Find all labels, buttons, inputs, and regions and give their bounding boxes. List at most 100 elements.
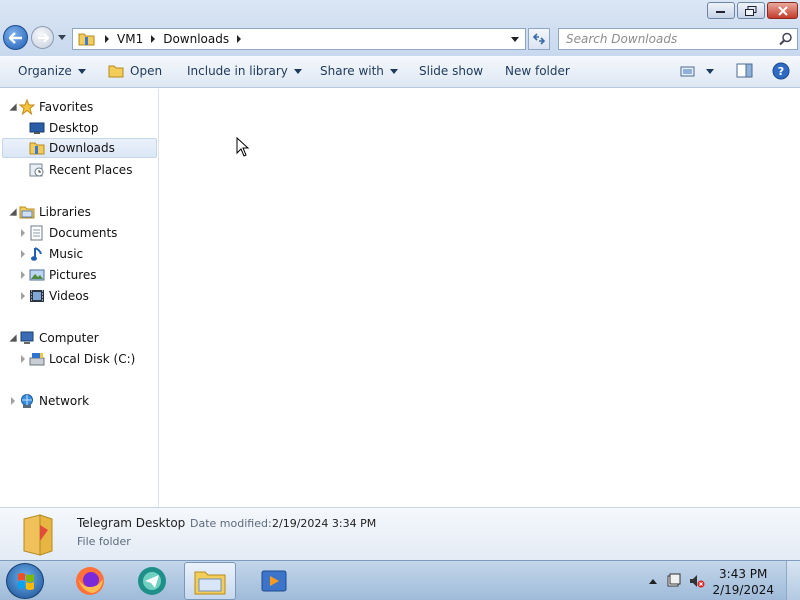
open-button[interactable]: Open [108,64,162,78]
window-frame: VM1 Downloads [0,0,800,56]
nav-label: Favorites [39,100,94,114]
chevron-down-icon [389,68,398,74]
clock-time: 3:43 PM [719,567,768,581]
mouse-cursor-icon [236,137,250,157]
back-button[interactable] [3,25,28,50]
organize-menu[interactable]: Organize [18,64,86,78]
breadcrumb-downloads[interactable]: Downloads [163,32,229,46]
nav-label: Videos [49,289,89,303]
open-folder-icon [108,65,124,78]
nav-label: Documents [49,226,118,240]
breadcrumb-separator-icon[interactable] [105,35,109,43]
folder-icon [78,33,95,46]
expand-arrow-icon[interactable] [18,271,28,279]
firefox-taskbar-button[interactable] [64,562,116,600]
breadcrumb-separator-icon[interactable] [151,35,156,43]
close-button[interactable] [767,2,798,19]
show-hidden-icons-icon[interactable] [648,577,658,585]
include-in-library-menu[interactable]: Include in library [187,64,302,78]
slide-show-button[interactable]: Slide show [419,64,483,78]
action-center-icon[interactable] [666,573,682,589]
nav-label: Computer [39,331,99,345]
nav-label: Music [49,247,84,261]
navigation-bar: VM1 Downloads [0,24,800,52]
change-view-icon[interactable] [680,64,696,78]
forward-arrow-icon [37,32,49,43]
explorer-taskbar-button[interactable] [184,562,236,600]
media-player-taskbar-button[interactable] [248,562,300,600]
svg-text:?: ? [778,65,784,78]
pictures-icon [28,267,46,283]
item-type: File folder [77,535,131,548]
restore-icon [745,5,757,16]
organize-label: Organize [18,64,72,78]
collapse-arrow-icon[interactable] [8,103,18,111]
nav-libraries[interactable]: Libraries [8,202,91,222]
nav-label: Downloads [49,141,115,155]
search-box[interactable] [558,28,798,50]
nav-desktop[interactable]: Desktop [28,118,99,138]
search-input[interactable] [566,32,766,46]
nav-computer[interactable]: Computer [8,328,99,348]
address-bar[interactable]: VM1 Downloads [72,28,526,50]
media-player-icon [261,570,287,592]
nav-local-disk[interactable]: Local Disk (C:) [18,349,135,369]
desktop-icon [28,120,46,136]
new-folder-button[interactable]: New folder [505,64,570,78]
speaker-muted-icon[interactable] [688,573,706,589]
restore-button[interactable] [737,2,765,19]
nav-network[interactable]: Network [8,391,89,411]
close-icon [777,5,788,16]
navigation-pane: Favorites Desktop Downloads Recent Place… [0,89,159,507]
minimize-button[interactable] [707,2,735,19]
nav-downloads[interactable]: Downloads [2,138,157,158]
file-list-area[interactable] [160,89,800,507]
nav-recent-places[interactable]: Recent Places [28,160,132,180]
telegram-icon [138,567,166,595]
nav-documents[interactable]: Documents [18,223,117,243]
expand-arrow-icon[interactable] [8,397,18,405]
forward-button[interactable] [31,26,54,49]
selected-item-name: Telegram Desktop [77,516,186,530]
view-dropdown-icon[interactable] [706,68,714,74]
nav-label: Recent Places [49,163,133,177]
nav-label: Pictures [49,268,97,282]
search-icon[interactable] [779,32,793,46]
address-dropdown-icon[interactable] [511,37,519,42]
nav-pictures[interactable]: Pictures [18,265,97,285]
back-arrow-icon [8,31,22,44]
view-controls: ? [680,62,790,80]
telegram-taskbar-button[interactable] [126,562,178,600]
music-icon [28,246,46,262]
nav-videos[interactable]: Videos [18,286,89,306]
breadcrumb-separator-icon[interactable] [237,35,242,43]
clock-date: 2/19/2024 [712,583,774,597]
nav-music[interactable]: Music [18,244,83,264]
recent-pages-dropdown-icon[interactable] [57,34,67,42]
share-with-label: Share with [320,64,384,78]
share-with-menu[interactable]: Share with [320,64,398,78]
downloads-folder-icon [28,140,46,156]
breadcrumb-vm1[interactable]: VM1 [117,32,143,46]
nav-favorites[interactable]: Favorites [8,97,93,117]
expand-arrow-icon[interactable] [18,292,28,300]
start-button[interactable] [6,563,44,599]
collapse-arrow-icon[interactable] [8,334,18,342]
clock[interactable]: 3:43 PM 2/19/2024 [712,566,774,598]
collapse-arrow-icon[interactable] [8,208,18,216]
refresh-icon [532,33,546,45]
include-in-library-label: Include in library [187,64,288,78]
preview-pane-icon[interactable] [736,63,754,79]
chevron-down-icon [293,68,302,74]
nav-label: Desktop [49,121,99,135]
expand-arrow-icon[interactable] [18,250,28,258]
command-bar: Organize Open Include in library Share w… [0,56,800,88]
system-tray: 3:43 PM 2/19/2024 [640,561,800,600]
star-icon [18,99,36,115]
show-desktop-button[interactable] [786,561,800,600]
open-label: Open [130,64,163,78]
expand-arrow-icon[interactable] [18,355,28,363]
refresh-button[interactable] [528,28,550,50]
expand-arrow-icon[interactable] [18,229,28,237]
help-icon[interactable]: ? [772,62,790,80]
